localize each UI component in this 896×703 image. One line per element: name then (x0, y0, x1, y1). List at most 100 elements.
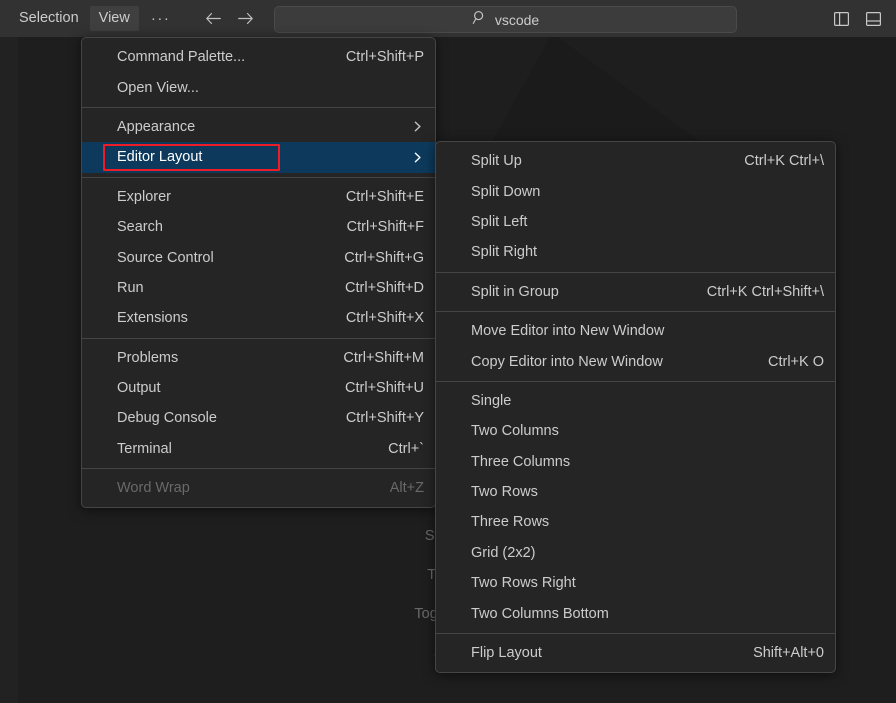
command-center-search[interactable]: vscode (274, 6, 737, 33)
menu-item-source-control[interactable]: Source ControlCtrl+Shift+G (82, 242, 435, 272)
menu-item-extensions[interactable]: Extensions Ctrl+Shift+X (82, 303, 435, 333)
navigation-buttons (200, 7, 258, 31)
editor-layout-submenu[interactable]: Split UpCtrl+K Ctrl+\ Split Down Split Lef… (435, 141, 836, 673)
menu-separator (82, 177, 435, 178)
menu-item-word-wrap[interactable]: Word Wrap Alt+Z (82, 473, 435, 503)
menu-item-keybinding: Alt+Z (364, 480, 424, 496)
menu-item-label: Debug Console (117, 410, 217, 426)
menu-item-editor-layout[interactable]: Editor Layout (82, 142, 435, 172)
menu-item-output[interactable]: OutputCtrl+Shift+U (82, 373, 435, 403)
menu-item-label: Search (117, 219, 163, 235)
menu-item-command-palette[interactable]: Command Palette... Ctrl+Shift+P (82, 42, 435, 72)
menu-item-label: Split Down (471, 184, 540, 200)
menu-item-two-columns[interactable]: Two Columns (436, 416, 835, 446)
menu-item-grid-2x2[interactable]: Grid (2x2) (436, 538, 835, 568)
menu-item-label: Run (117, 280, 144, 296)
arrow-left-icon[interactable] (200, 7, 226, 31)
menu-item-label: Terminal (117, 441, 172, 457)
watermark-row: Toggle (18, 556, 470, 595)
menu-item-open-view[interactable]: Open View... (82, 72, 435, 102)
menubar-item-overflow[interactable]: ··· (141, 6, 181, 31)
menu-item-label: Appearance (117, 119, 195, 135)
menu-item-label: Copy Editor into New Window (471, 354, 663, 370)
menu-item-two-columns-bottom[interactable]: Two Columns Bottom (436, 598, 835, 628)
view-menu[interactable]: Command Palette... Ctrl+Shift+P Open View.… (81, 37, 436, 508)
search-icon (472, 10, 487, 30)
menu-item-split-left[interactable]: Split Left (436, 207, 835, 237)
watermark-shortcut-list: Start D Toggle Toggle F Show (18, 517, 470, 673)
menu-item-copy-editor-into-new-window[interactable]: Copy Editor into New Window Ctrl+K O (436, 346, 835, 376)
menu-item-label: Split Right (471, 244, 537, 260)
chevron-right-icon (391, 120, 424, 133)
watermark-row: Start D (18, 517, 470, 556)
menu-item-split-right[interactable]: Split Right (436, 237, 835, 267)
watermark-row: Show (18, 634, 470, 673)
watermark-row: Toggle F (18, 595, 470, 634)
menu-item-terminal[interactable]: Terminal Ctrl+` (82, 434, 435, 464)
menu-item-label: Editor Layout (117, 149, 202, 165)
menu-item-keybinding: Ctrl+Shift+P (320, 49, 424, 65)
search-input-value[interactable]: vscode (495, 12, 539, 28)
menu-item-label: Split in Group (471, 284, 559, 300)
menu-item-label: Extensions (117, 310, 188, 326)
menu-item-three-rows[interactable]: Three Rows (436, 507, 835, 537)
menu-item-label: Two Rows Right (471, 575, 576, 591)
menu-item-appearance[interactable]: Appearance (82, 112, 435, 142)
menu-item-label: Three Rows (471, 514, 549, 530)
menubar-item-view[interactable]: View (90, 6, 139, 31)
menu-item-keybinding: Ctrl+Shift+F (321, 219, 424, 235)
menu-item-keybinding: Shift+Alt+0 (727, 645, 824, 661)
menu-item-keybinding: Ctrl+K O (742, 354, 824, 370)
menu-separator (436, 633, 835, 634)
menu-item-label: Grid (2x2) (471, 545, 535, 561)
menu-item-keybinding: Ctrl+Shift+M (317, 350, 424, 366)
menu-item-label: Command Palette... (117, 49, 245, 65)
toggle-panel-icon[interactable] (860, 6, 886, 31)
menu-item-label: Split Up (471, 153, 522, 169)
menu-item-debug-console[interactable]: Debug Console Ctrl+Shift+Y (82, 403, 435, 433)
menu-item-two-rows-right[interactable]: Two Rows Right (436, 568, 835, 598)
menu-item-two-rows[interactable]: Two Rows (436, 477, 835, 507)
arrow-right-icon[interactable] (232, 7, 258, 31)
title-bar: Selection View ··· vscode (0, 0, 896, 37)
menu-item-keybinding: Ctrl+Shift+Y (320, 410, 424, 426)
menu-item-label: Split Left (471, 214, 527, 230)
chevron-right-icon (391, 151, 424, 164)
menu-separator (436, 272, 835, 273)
menu-item-three-columns[interactable]: Three Columns (436, 447, 835, 477)
menu-item-keybinding: Ctrl+Shift+X (320, 310, 424, 326)
menubar-item-selection[interactable]: Selection (10, 6, 88, 31)
menu-item-label: Output (117, 380, 161, 396)
menu-item-split-in-group[interactable]: Split in Group Ctrl+K Ctrl+Shift+\ (436, 277, 835, 307)
menu-item-label: Three Columns (471, 454, 570, 470)
menu-item-flip-layout[interactable]: Flip Layout Shift+Alt+0 (436, 638, 835, 668)
menu-item-label: Move Editor into New Window (471, 323, 664, 339)
window-layout-actions (828, 6, 886, 31)
menu-item-split-down[interactable]: Split Down (436, 176, 835, 206)
toggle-secondary-sidebar-icon[interactable] (828, 6, 854, 31)
menu-separator (82, 338, 435, 339)
menu-item-keybinding: Ctrl+K Ctrl+Shift+\ (681, 284, 824, 300)
menu-item-label: Word Wrap (117, 480, 190, 496)
menu-separator (82, 107, 435, 108)
menu-item-label: Problems (117, 350, 178, 366)
menu-item-explorer[interactable]: Explorer Ctrl+Shift+E (82, 182, 435, 212)
menu-item-keybinding: Ctrl+Shift+G (318, 250, 424, 266)
menu-item-move-editor-into-new-window[interactable]: Move Editor into New Window (436, 316, 835, 346)
menu-item-label: Open View... (117, 80, 199, 96)
menu-item-problems[interactable]: Problems Ctrl+Shift+M (82, 343, 435, 373)
menu-item-keybinding: Ctrl+Shift+E (320, 189, 424, 205)
menu-item-label: Flip Layout (471, 645, 542, 661)
menu-separator (82, 468, 435, 469)
menu-item-single[interactable]: Single (436, 386, 835, 416)
menu-item-label: Two Columns Bottom (471, 606, 609, 622)
activity-bar[interactable] (0, 37, 19, 703)
menu-item-keybinding: Ctrl+` (362, 441, 424, 457)
menu-separator (436, 381, 835, 382)
menu-item-search[interactable]: Search Ctrl+Shift+F (82, 212, 435, 242)
menu-item-label: Two Rows (471, 484, 538, 500)
menu-item-label: Explorer (117, 189, 171, 205)
menu-item-keybinding: Ctrl+Shift+D (319, 280, 424, 296)
menu-item-run[interactable]: Run Ctrl+Shift+D (82, 273, 435, 303)
menu-item-split-up[interactable]: Split UpCtrl+K Ctrl+\ (436, 146, 835, 176)
